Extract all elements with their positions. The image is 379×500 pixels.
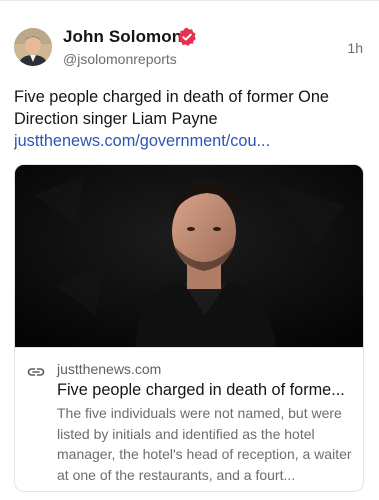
link-preview-card[interactable]: justthenews.com Five people charged in d… — [14, 164, 364, 492]
post-timestamp[interactable]: 1h — [347, 40, 363, 56]
link-preview-image[interactable] — [15, 165, 363, 347]
post: John Solomon @jsolomonreports 1h Five pe… — [0, 0, 379, 500]
link-preview-description: The five individuals were not named, but… — [57, 405, 352, 483]
link-preview-title: Five people charged in death of forme... — [57, 381, 345, 399]
post-text: Five people charged in death of former O… — [14, 88, 329, 128]
author-avatar[interactable] — [14, 28, 52, 66]
post-link[interactable]: justthenews.com/government/cou... — [14, 130, 366, 152]
link-preview-body[interactable]: justthenews.com Five people charged in d… — [15, 347, 363, 491]
author-name[interactable]: John Solomon — [63, 27, 182, 47]
link-preview-domain: justthenews.com — [57, 361, 162, 377]
verified-badge-icon — [178, 27, 196, 46]
link-icon — [27, 368, 45, 376]
author-handle[interactable]: @jsolomonreports — [63, 51, 177, 67]
